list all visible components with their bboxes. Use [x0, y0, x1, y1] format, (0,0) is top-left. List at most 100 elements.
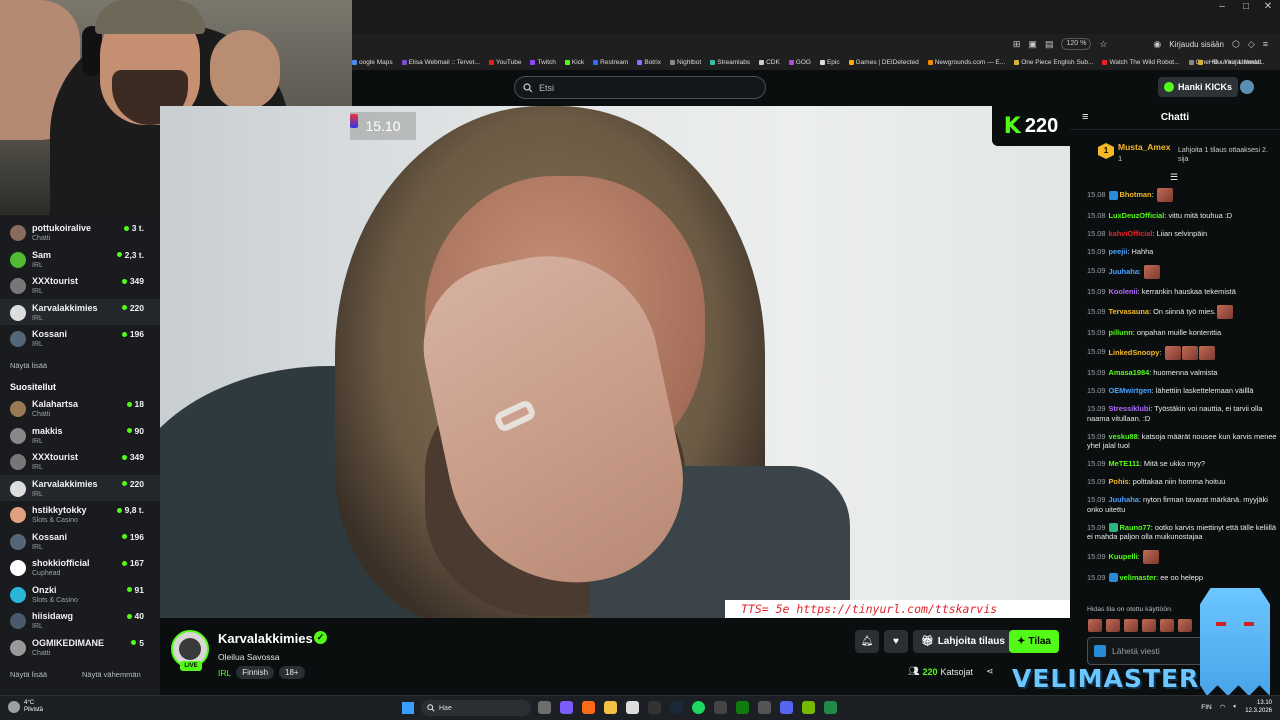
sidebar-channel-item[interactable]: XXXtourist IRL 349 — [0, 448, 160, 475]
emote[interactable] — [1124, 619, 1138, 632]
bookmark-item[interactable]: Twitch — [530, 59, 556, 66]
show-more-button[interactable]: Näytä lisää — [10, 361, 47, 370]
account-icon[interactable]: ◉ — [1153, 39, 1161, 50]
menu-icon[interactable]: ≡ — [1263, 39, 1268, 49]
leader-username[interactable]: Musta_Amex — [1118, 142, 1170, 152]
show-less-button[interactable]: Näytä vähemmän — [82, 670, 141, 679]
steam-icon[interactable] — [670, 701, 683, 714]
tag[interactable]: 18+ — [279, 666, 305, 679]
reader-icon[interactable]: ▤ — [1045, 39, 1054, 50]
obs-icon[interactable] — [648, 701, 661, 714]
sidebar-channel-item[interactable]: Onzki Slots & Casino 91 — [0, 581, 160, 608]
weather-widget[interactable]: 4°C Pilvistä — [8, 700, 43, 714]
minimize-icon[interactable]: – — [1210, 0, 1234, 14]
channel-name[interactable]: Karvalakkimies — [218, 631, 313, 646]
notification-button[interactable]: 🔔︎ — [855, 630, 879, 653]
message-username[interactable]: Pohis — [1109, 477, 1129, 486]
gift-cta[interactable]: Lahjoita 1 tilaus ottaaksesi 2. sija — [1178, 146, 1273, 164]
sidebar-channel-item[interactable]: makkis IRL 90 — [0, 422, 160, 449]
sidebar-channel-item[interactable]: pottukoiralive Chatti 3 t. — [0, 219, 160, 246]
message-username[interactable]: Tervasauna — [1109, 307, 1150, 316]
message-username[interactable]: kahviOfficial — [1109, 229, 1153, 238]
other-bookmarks[interactable]: Muut kirjanmerkit — [1198, 56, 1280, 69]
sidebar-channel-item[interactable]: Kalahartsa Chatti 18 — [0, 395, 160, 422]
follow-button[interactable]: ♥ — [884, 630, 908, 653]
bookmark-item[interactable]: Kick — [564, 59, 584, 66]
app-icon[interactable] — [758, 701, 771, 714]
firefox-icon[interactable] — [582, 701, 595, 714]
get-kicks-button[interactable]: Hanki KICKs — [1158, 77, 1239, 97]
epic-icon[interactable] — [714, 701, 727, 714]
sidebar-channel-item[interactable]: shokkiofficial Cuphead 167 — [0, 554, 160, 581]
file-explorer-icon[interactable] — [604, 701, 617, 714]
sidebar-channel-item[interactable]: Sam IRL 2,3 t. — [0, 246, 160, 273]
message-username[interactable]: Juuhaha — [1109, 266, 1139, 275]
message-username[interactable]: OEMwirtgen — [1109, 386, 1152, 395]
teams-icon[interactable] — [560, 701, 573, 714]
extensions-icon[interactable]: ⬡ — [1232, 39, 1240, 50]
screenshot-icon[interactable]: ▣ — [1028, 39, 1037, 50]
bookmark-item[interactable]: Epic — [819, 59, 840, 66]
excel-icon[interactable] — [824, 701, 837, 714]
maximize-icon[interactable]: □ — [1234, 0, 1258, 14]
spotify-icon[interactable] — [692, 701, 705, 714]
xbox-icon[interactable] — [736, 701, 749, 714]
emote[interactable] — [1106, 619, 1120, 632]
bookmark-item[interactable]: Streamlabs — [710, 59, 750, 66]
bookmark-star-icon[interactable]: ☆ — [1099, 39, 1107, 50]
message-username[interactable]: Stressiklubi — [1109, 404, 1151, 413]
sidebar-channel-item[interactable]: Karvalakkimies IRL 220 — [0, 474, 160, 501]
bookmark-item[interactable]: Nightbot — [669, 59, 701, 66]
bookmark-item[interactable]: oogle Maps — [352, 59, 393, 66]
nvidia-icon[interactable] — [802, 701, 815, 714]
sidebar-channel-item[interactable]: hiisidawg IRL 40 — [0, 607, 160, 634]
bookmark-item[interactable]: Games | DEIDetected — [848, 59, 919, 66]
category-link[interactable]: IRL — [218, 668, 231, 678]
user-avatar[interactable] — [1240, 80, 1254, 94]
close-icon[interactable]: ✕ — [1256, 0, 1280, 14]
share-icon[interactable]: ⋖ — [986, 666, 994, 677]
signin-button[interactable]: Kirjaudu sisään — [1169, 40, 1224, 49]
bookmark-item[interactable]: Botrix — [637, 59, 661, 66]
sidebar-channel-item[interactable]: XXXtourist IRL 349 — [0, 272, 160, 299]
sidebar-channel-item[interactable]: Karvalakkimies IRL 220 — [0, 298, 160, 325]
emote[interactable] — [1142, 619, 1156, 632]
tag[interactable]: Finnish — [236, 666, 275, 679]
message-username[interactable]: Juuhaha — [1109, 495, 1139, 504]
clock[interactable]: 13.10 12.3.2026 — [1245, 699, 1272, 715]
message-username[interactable]: MeTE111 — [1109, 459, 1140, 468]
filter-icon[interactable]: ☰ — [1170, 172, 1178, 183]
bookmark-item[interactable]: CDK — [759, 59, 780, 66]
sidebar-channel-item[interactable]: OGMIKEDIMANE Chatti 5 — [0, 634, 160, 661]
message-username[interactable]: Rauno77 — [1120, 523, 1151, 532]
emote[interactable] — [1160, 619, 1174, 632]
show-more-button[interactable]: Näytä lisää — [10, 670, 47, 679]
sidebar-channel-item[interactable]: Kossani IRL 196 — [0, 528, 160, 555]
message-username[interactable]: peejii — [1109, 247, 1128, 256]
sidebar-channel-item[interactable]: Kossani IRL 196 — [0, 325, 160, 352]
zoom-level[interactable]: 120 % — [1061, 38, 1092, 50]
discord-icon[interactable] — [780, 701, 793, 714]
language-indicator[interactable]: FIN — [1201, 704, 1211, 711]
message-username[interactable]: vesku88 — [1109, 432, 1138, 441]
message-username[interactable]: Bhotman — [1120, 190, 1152, 199]
search-input[interactable]: Etsi — [514, 76, 766, 99]
message-username[interactable]: velimaster — [1120, 573, 1157, 582]
message-username[interactable]: LuxDeuzOfficial — [1109, 211, 1165, 220]
bookmark-item[interactable]: Watch The Wild Robot... — [1102, 59, 1180, 66]
bookmark-item[interactable]: GOG — [788, 59, 811, 66]
message-username[interactable]: LinkedSnoopy — [1109, 347, 1160, 356]
taskbar-search[interactable]: Hae — [421, 700, 531, 716]
store-icon[interactable] — [626, 701, 639, 714]
bookmark-item[interactable]: Restream — [593, 59, 628, 66]
emote[interactable] — [1088, 619, 1102, 632]
start-icon[interactable] — [402, 702, 414, 714]
subscribe-button[interactable]: ✦ Tilaa — [1009, 630, 1059, 653]
video-player[interactable]: 15.10 K 220 TTS= 5e https://tinyurl.com/… — [160, 106, 1070, 618]
wifi-icon[interactable]: ◠ — [1220, 703, 1226, 711]
bookmark-item[interactable]: YouTube — [488, 59, 521, 66]
install-icon[interactable]: ⊞ — [1013, 39, 1021, 50]
gift-sub-button[interactable]: 🎁︎ Lahjoita tilaus — [913, 630, 1013, 653]
bookmark-item[interactable]: One Piece English Sub... — [1014, 59, 1093, 66]
bookmark-item[interactable]: Elisa Webmail :: Tervet... — [401, 59, 480, 66]
